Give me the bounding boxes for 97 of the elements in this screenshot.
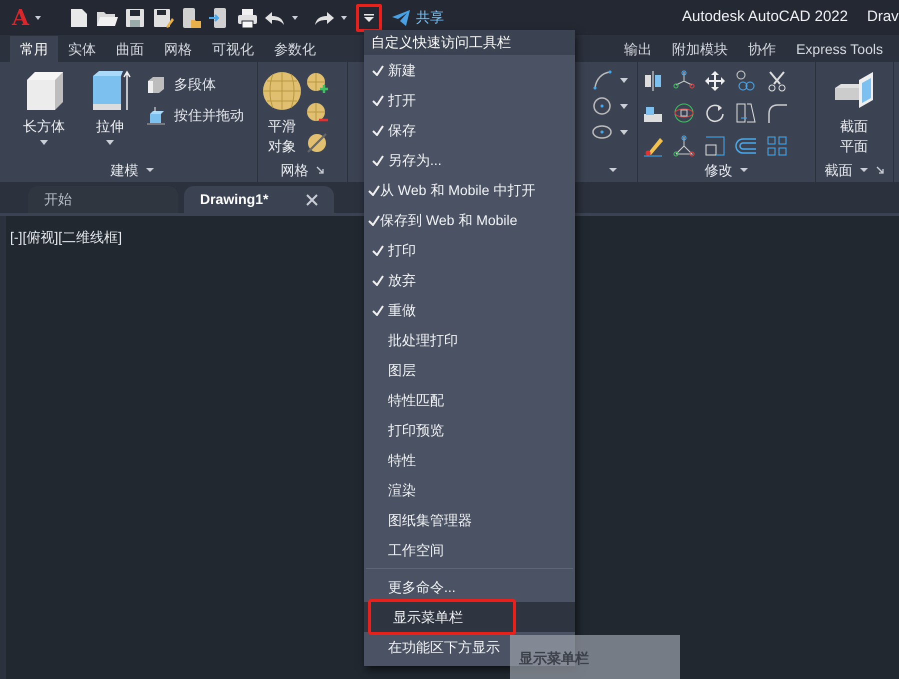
menu-item[interactable]: 从 Web 和 Mobile 中打开	[364, 175, 575, 205]
menu-item[interactable]: 更多命令...	[364, 572, 575, 602]
menu-item[interactable]: 新建	[364, 55, 575, 85]
section-plane-button[interactable]: 截面平面	[816, 62, 892, 158]
ribbon-tab[interactable]: 实体	[58, 36, 106, 62]
menu-item[interactable]: 渲染	[364, 475, 575, 505]
copy-icon[interactable]	[735, 70, 757, 92]
checkmark-icon	[372, 304, 384, 316]
menu-item[interactable]: 打开	[364, 85, 575, 115]
caret-icon[interactable]	[144, 167, 154, 173]
menu-item[interactable]: 另存为...	[364, 145, 575, 175]
caret-icon[interactable]	[340, 14, 348, 20]
dropdown-icon	[363, 12, 376, 22]
scale-icon[interactable]	[704, 134, 726, 157]
panel-title: 建模	[110, 160, 138, 180]
caret-icon[interactable]	[620, 130, 628, 134]
rotate-icon[interactable]	[704, 102, 726, 124]
extrude-button[interactable]: 拉伸	[80, 62, 140, 158]
redo-icon[interactable]	[313, 10, 336, 26]
caret-icon[interactable]	[291, 14, 300, 20]
paper-plane-icon	[391, 8, 412, 26]
fillet-icon[interactable]	[766, 102, 788, 124]
menu-item[interactable]: 工作空间	[364, 535, 575, 565]
tooltip-text: 显示菜单栏	[519, 650, 589, 666]
menu-item[interactable]: 重做	[364, 295, 575, 325]
caret-icon[interactable]	[620, 104, 628, 108]
window-title: Drav	[867, 7, 899, 28]
caret-icon[interactable]	[738, 167, 748, 173]
globe-plus-icon[interactable]	[306, 72, 328, 94]
close-icon[interactable]	[306, 194, 318, 206]
menu-item[interactable]: 批处理打印	[364, 325, 575, 355]
stretch-icon[interactable]	[735, 102, 757, 124]
checkmark-icon	[372, 124, 384, 136]
checkmark-icon	[372, 94, 384, 106]
ribbon-tab[interactable]: 常用	[10, 36, 58, 62]
ribbon-tab[interactable]: 协作	[738, 36, 786, 62]
globe-icon	[261, 70, 303, 112]
menu-item[interactable]: 特性	[364, 445, 575, 475]
print-icon[interactable]	[236, 6, 260, 28]
menu-item[interactable]: 图纸集管理器	[364, 505, 575, 535]
presspull-button[interactable]: 按住并拖动	[146, 105, 244, 126]
panel-title: 网格	[280, 160, 308, 180]
checkmark-icon	[368, 184, 380, 196]
phone-folder-icon[interactable]	[180, 6, 204, 28]
share-button[interactable]: 共享	[391, 7, 444, 28]
menu-item[interactable]: 特性匹配	[364, 385, 575, 415]
panel-title: 修改	[704, 160, 732, 180]
ribbon-tab[interactable]: Express Tools	[786, 36, 893, 62]
menu-item[interactable]: 保存到 Web 和 Mobile	[364, 205, 575, 235]
tripod-icon[interactable]	[673, 134, 695, 157]
caret-icon[interactable]	[620, 78, 628, 82]
array-icon[interactable]	[766, 134, 788, 157]
scissors-icon[interactable]	[766, 70, 788, 92]
wall-icon	[146, 74, 166, 94]
checkmark-icon	[372, 64, 384, 76]
menu-item[interactable]: 放弃	[364, 265, 575, 295]
document-tab[interactable]: 开始	[28, 186, 178, 213]
checkmark-icon	[368, 214, 380, 226]
dialog-launcher-icon[interactable]	[874, 165, 884, 175]
move-icon[interactable]	[704, 70, 726, 92]
checkmark-icon	[372, 154, 384, 166]
checkmark-icon	[372, 274, 384, 286]
menu-item[interactable]: 打印预览	[364, 415, 575, 445]
menu-item[interactable]: 图层	[364, 355, 575, 385]
panel-title: 截面	[824, 160, 852, 180]
orbit-icon[interactable]	[673, 102, 695, 124]
menu-item[interactable]: 保存	[364, 115, 575, 145]
menu-item[interactable]: 打印	[364, 235, 575, 265]
pressed-box-icon	[146, 106, 166, 126]
viewport-label[interactable]: [-][俯视][二维线框]	[10, 229, 122, 245]
ribbon-tab[interactable]: 输出	[614, 36, 662, 62]
ribbon-tab[interactable]: 网格	[154, 36, 202, 62]
dialog-launcher-icon[interactable]	[314, 165, 324, 175]
caret-icon	[106, 140, 114, 145]
caret-icon[interactable]	[858, 167, 868, 173]
undo-icon[interactable]	[264, 10, 286, 26]
window-title: Autodesk AutoCAD 2022	[682, 7, 848, 28]
caret-icon[interactable]	[34, 14, 42, 20]
menu-title: 自定义快速访问工具栏	[364, 30, 575, 55]
arc-icon[interactable]	[592, 70, 612, 90]
menu-item[interactable]: 显示菜单栏	[364, 602, 575, 632]
checkmark-icon	[372, 244, 384, 256]
ribbon-tab[interactable]: 曲面	[106, 36, 154, 62]
circle-icon[interactable]	[592, 96, 612, 116]
document-tab[interactable]: Drawing1*	[184, 186, 334, 213]
caret-icon	[40, 140, 48, 145]
ribbon-tab[interactable]: 附加模块	[662, 36, 738, 62]
save-as-icon[interactable]	[152, 6, 176, 28]
box-button[interactable]: 长方体	[8, 62, 80, 158]
ribbon-tab[interactable]: 参数化	[264, 36, 326, 62]
mirror-icon[interactable]	[642, 70, 664, 92]
ribbon-tab[interactable]: 可视化	[202, 36, 264, 62]
globe-minus-icon[interactable]	[306, 102, 328, 124]
globe-slash-icon[interactable]	[306, 132, 328, 154]
caret-icon[interactable]	[608, 167, 618, 173]
polysolid-button[interactable]: 多段体	[146, 74, 244, 95]
smooth-object-button[interactable]: 平滑对象	[258, 62, 306, 158]
